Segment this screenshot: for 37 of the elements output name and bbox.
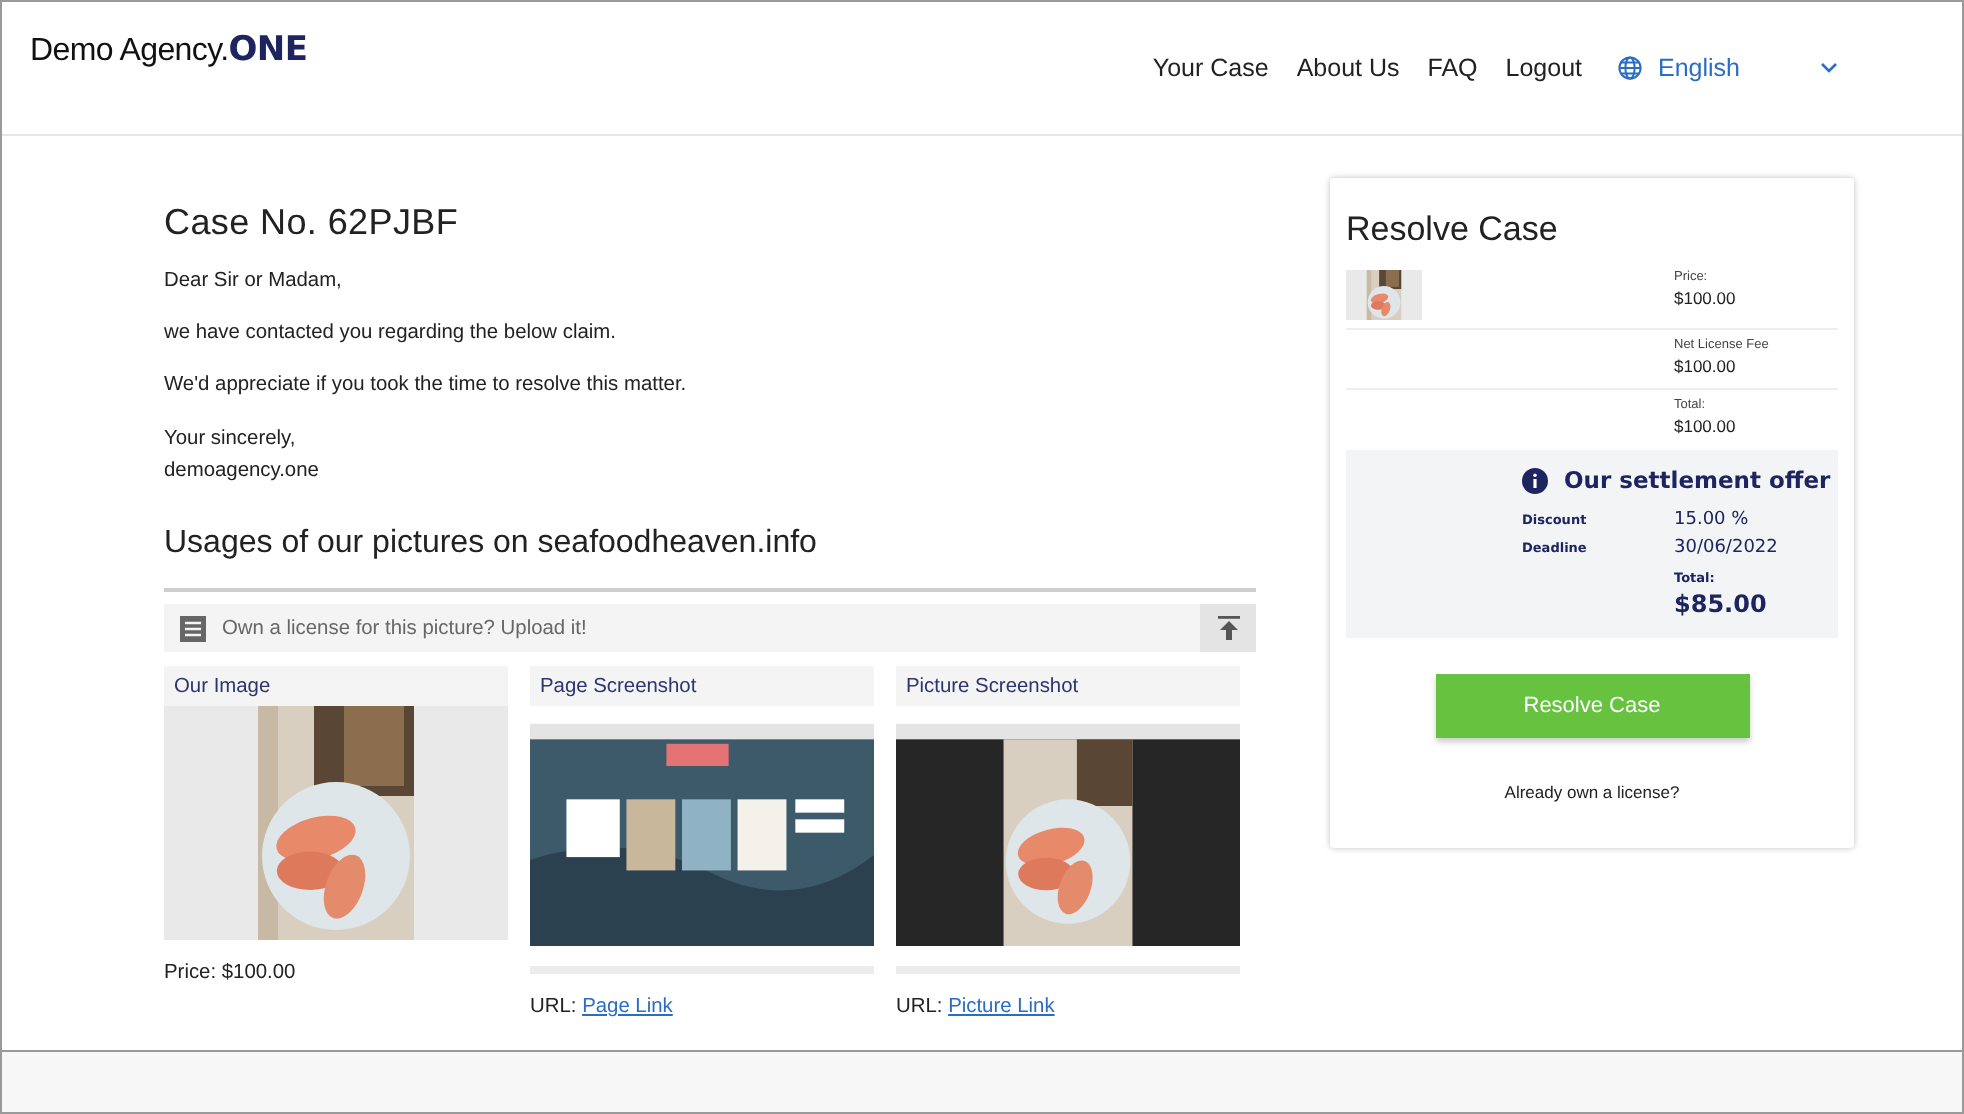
nav-link[interactable]: About Us <box>1296 54 1400 82</box>
section-title: Usages of our pictures on seafoodheaven.info <box>164 526 819 563</box>
letter-paragraph: We'd appreciate if you took the time to resolve this matter. <box>164 376 689 398</box>
upload-icon <box>1217 616 1239 641</box>
total-amount: $85.00 <box>1674 590 1769 618</box>
language-selector[interactable]: English <box>1618 54 1838 82</box>
upload-button[interactable] <box>1200 604 1256 653</box>
license-link[interactable]: Already own a license? <box>1346 782 1838 802</box>
letter-closing: Your sincerely, <box>164 429 298 450</box>
info-icon <box>1522 467 1548 493</box>
price-text: Price: $100.00 <box>164 962 296 985</box>
nav-link[interactable]: Logout <box>1505 54 1582 82</box>
card-header: Picture Screenshot <box>896 666 1240 707</box>
fee-value: $100.00 <box>1674 416 1738 436</box>
logo[interactable]: Demo Agency.ONE <box>30 30 308 70</box>
card-header: Our Image <box>164 666 508 707</box>
panel-title: Resolve Case <box>1346 210 1560 250</box>
globe-icon <box>1618 56 1642 80</box>
letter-closing: demoagency.one <box>164 461 321 483</box>
url-link[interactable]: Picture Link <box>948 996 1055 1019</box>
card-header: Page Screenshot <box>530 666 874 707</box>
case-title: Case No. 62PJBF <box>164 202 461 244</box>
chevron-down-icon <box>1820 62 1838 74</box>
offer-value: 30/06/2022 <box>1674 538 1780 558</box>
url-link[interactable]: Page Link <box>582 996 673 1019</box>
url-label: URL: <box>896 996 943 1019</box>
letter-paragraph: we have contacted you regarding the below claim. <box>164 324 618 345</box>
fee-value: $100.00 <box>1674 356 1738 376</box>
url-label: URL: <box>530 996 577 1019</box>
offer-title: Our settlement offer <box>1564 466 1831 494</box>
nav-link[interactable]: Your Case <box>1152 54 1269 82</box>
upload-hint: Own a license for this picture? Upload it! <box>222 617 587 640</box>
letter-paragraph: Dear Sir or Madam, <box>164 272 344 293</box>
document-icon <box>180 615 206 642</box>
nav-link[interactable]: FAQ <box>1427 54 1478 82</box>
fee-value: $100.00 <box>1674 288 1738 308</box>
offer-value: 15.00 % <box>1674 510 1751 530</box>
